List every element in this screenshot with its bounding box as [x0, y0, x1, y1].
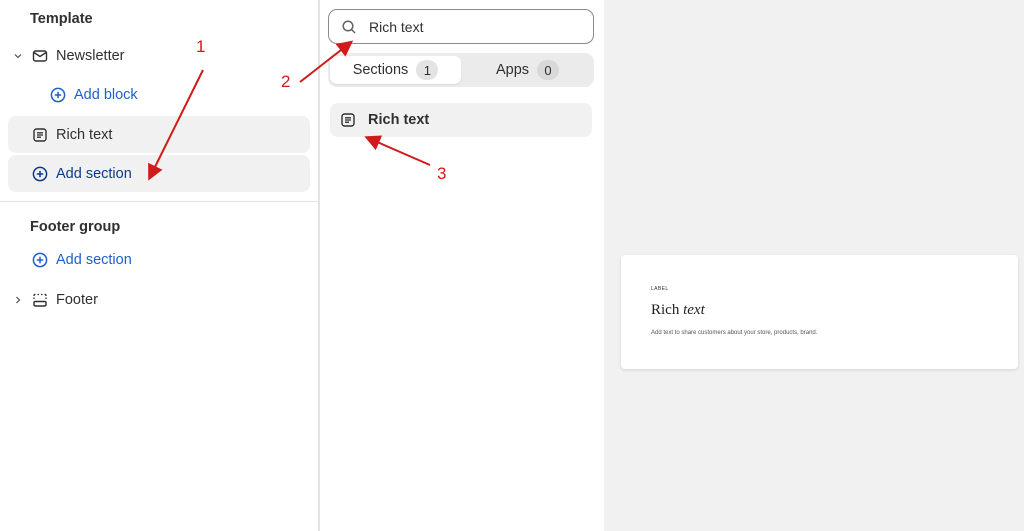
preview-title: Rich text — [651, 302, 705, 319]
result-rich-text[interactable]: Rich text — [330, 103, 592, 137]
preview-label: LABEL — [651, 286, 669, 292]
rich-text-label: Rich text — [56, 126, 113, 143]
newsletter-label: Newsletter — [56, 47, 125, 64]
footer-label: Footer — [56, 291, 98, 308]
annotation-number-1: 1 — [196, 37, 206, 56]
sidebar-item-footer[interactable]: Footer — [26, 281, 310, 318]
picker-tabs: Sections 1 Apps 0 — [328, 53, 594, 87]
sidebar-item-rich-text[interactable]: Rich text — [8, 116, 310, 153]
footer-group-heading: Footer group — [30, 219, 121, 235]
tab-apps-label: Apps — [495, 62, 530, 78]
footer-add-section-button[interactable]: Add section — [8, 241, 310, 278]
search-value: Rich text — [369, 18, 424, 35]
plus-circle-icon — [32, 166, 48, 182]
section-divider — [0, 201, 318, 202]
result-label: Rich text — [368, 112, 430, 128]
template-heading: Template — [30, 11, 93, 27]
tab-apps[interactable]: Apps 0 — [463, 56, 592, 84]
sidebar: Template Newsletter Add block Rich text … — [0, 0, 318, 531]
search-icon — [341, 19, 357, 35]
tab-sections-label: Sections — [352, 62, 409, 78]
chevron-down-icon[interactable] — [12, 50, 24, 62]
plus-circle-icon — [50, 87, 66, 103]
annotation-number-3: 3 — [437, 164, 447, 183]
preview-description: Add text to share customers about your s… — [651, 330, 818, 336]
footer-add-section-label: Add section — [56, 251, 132, 268]
footer-layout-icon — [32, 292, 48, 308]
envelope-icon — [32, 48, 48, 64]
section-picker-panel: Rich text Sections 1 Apps 0 Rich text — [320, 0, 604, 531]
tab-sections-count: 1 — [416, 60, 439, 80]
add-section-button[interactable]: Add section — [8, 155, 310, 192]
annotation-number-2: 2 — [281, 72, 291, 91]
sidebar-item-newsletter[interactable]: Newsletter — [26, 37, 310, 74]
preview-title-plain: Rich — [651, 302, 680, 318]
chevron-right-icon[interactable] — [12, 294, 24, 306]
text-block-icon — [340, 112, 356, 128]
rich-text-preview-card[interactable]: LABEL Rich text Add text to share custom… — [621, 255, 1018, 369]
add-block-label: Add block — [74, 86, 138, 103]
preview-title-italic: text — [683, 302, 705, 318]
plus-circle-icon — [32, 252, 48, 268]
text-block-icon — [32, 127, 48, 143]
tab-apps-count: 0 — [537, 60, 560, 80]
add-section-label: Add section — [56, 165, 132, 182]
add-block-button[interactable]: Add block — [42, 76, 310, 113]
search-input[interactable]: Rich text — [328, 9, 594, 44]
preview-area: LABEL Rich text Add text to share custom… — [604, 0, 1024, 531]
tab-sections[interactable]: Sections 1 — [330, 56, 461, 84]
